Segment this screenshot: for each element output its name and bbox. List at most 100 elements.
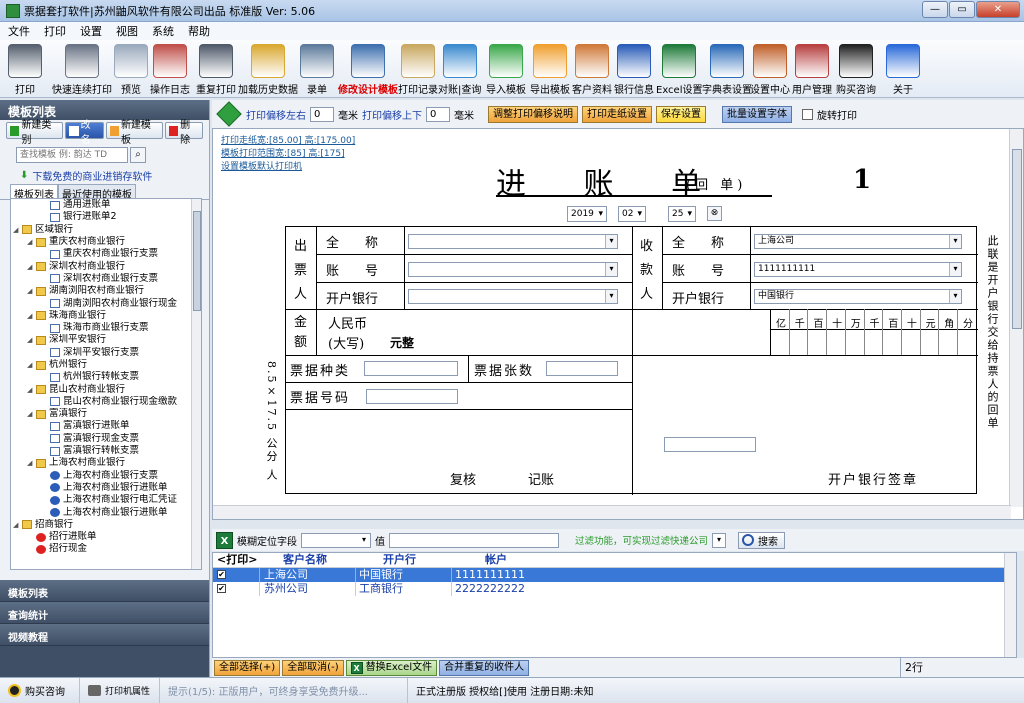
tree-item[interactable]: ◢ 珠海商业银行 <box>11 310 201 322</box>
tree-item[interactable]: 重庆农村商业银行支票 <box>11 248 201 260</box>
col-print[interactable]: <打印> <box>213 553 259 567</box>
tree-item[interactable]: ◢ 招商银行 <box>11 519 201 531</box>
payer-bank-select[interactable]: ▾ <box>408 289 618 304</box>
toolbar-button-user-log[interactable]: 操作日志 <box>150 42 190 96</box>
toolbar-button-export-arrow[interactable]: 导出模板 <box>530 42 570 96</box>
menu-help[interactable]: 帮助 <box>188 23 210 39</box>
adjust-offset-help-button[interactable]: 调整打印偏移说明 <box>488 105 578 123</box>
toolbar-button-qq[interactable]: 购买咨询 <box>836 42 876 96</box>
template-search-button[interactable]: ⌕ <box>130 147 146 163</box>
grid-vscrollbar[interactable] <box>1004 553 1016 657</box>
section-template-list[interactable]: 模板列表 <box>0 580 209 602</box>
tree-toggle-icon[interactable]: ◢ <box>27 285 36 297</box>
save-settings-button[interactable]: 保存设置 <box>656 105 706 123</box>
customer-search-button[interactable]: 搜索 <box>738 531 786 549</box>
tree-toggle-icon[interactable]: ◢ <box>27 334 36 346</box>
toolbar-button-clipboard[interactable]: 打印记录 <box>398 42 438 96</box>
toolbar-button-dictionary[interactable]: 字典表设置 <box>702 42 752 96</box>
section-query-stats[interactable]: 查询统计 <box>0 602 209 624</box>
toolbar-button-design-ruler[interactable]: 修改设计模板 <box>338 42 398 96</box>
toolbar-button-fast-print[interactable]: 快速连续打印 <box>52 42 112 96</box>
minimize-button[interactable]: — <box>922 1 948 18</box>
toolbar-button-customers[interactable]: 客户资料 <box>572 42 612 96</box>
delete-button[interactable]: 删除 <box>164 120 203 146</box>
tree-item[interactable]: 上海农村商业银行进账单 <box>11 506 201 518</box>
status-printer-props[interactable]: 打印机属性 <box>80 678 160 703</box>
toolbar-button-bank[interactable]: 银行信息 <box>614 42 654 96</box>
table-row[interactable]: ✔ 上海公司 中国银行 1111111111 <box>213 568 1016 582</box>
tree-item[interactable]: 富滇银行进账单 <box>11 420 201 432</box>
tree-item[interactable]: 深圳农村商业银行支票 <box>11 273 201 285</box>
date-day-select[interactable]: 25 <box>668 206 696 222</box>
extra-input[interactable] <box>664 437 756 452</box>
date-year-select[interactable]: 2019 <box>567 206 607 222</box>
tree-toggle-icon[interactable]: ◢ <box>27 236 36 248</box>
tree-toggle-icon[interactable]: ◢ <box>27 408 36 420</box>
toolbar-button-excel[interactable]: Excel设置 <box>656 42 703 96</box>
tree-toggle-icon[interactable]: ◢ <box>13 224 22 236</box>
tree-item[interactable]: 银行进账单2 <box>11 211 201 223</box>
tree-toggle-icon[interactable]: ◢ <box>27 261 36 273</box>
toolbar-button-printer[interactable]: 打印 <box>8 42 42 96</box>
date-month-select[interactable]: 02 <box>618 206 646 222</box>
tree-item[interactable]: 湖南浏阳农村商业银行现金 <box>11 297 201 309</box>
toolbar-button-import-arrow[interactable]: 导入模板 <box>486 42 526 96</box>
excel-icon[interactable]: X <box>216 531 233 549</box>
tree-item[interactable]: 上海农村商业银行电汇凭证 <box>11 494 201 506</box>
tree-item[interactable]: 富滇银行现金支票 <box>11 433 201 445</box>
tree-item[interactable]: 珠海市商业银行支票 <box>11 322 201 334</box>
tree-item[interactable]: 昆山农村商业银行现金缴款 <box>11 396 201 408</box>
paper-size-link[interactable]: 打印走纸宽:[85.00] 高:[175.00] <box>221 135 355 148</box>
date-picker-icon[interactable]: ⊗ <box>707 206 722 221</box>
toolbar-button-tools[interactable]: 设置中心 <box>750 42 790 96</box>
menu-view[interactable]: 视图 <box>116 23 138 39</box>
payee-account-select[interactable]: 1111111111 ▾ <box>754 262 962 277</box>
row-checkbox[interactable]: ✔ <box>217 570 226 579</box>
tree-item[interactable]: ◢ 区域银行 <box>11 224 201 236</box>
bill-type-input[interactable] <box>364 361 458 376</box>
payer-account-select[interactable]: ▾ <box>408 262 618 277</box>
new-category-button[interactable]: 新建类别 <box>6 120 64 146</box>
menu-system[interactable]: 系统 <box>152 23 174 39</box>
col-account[interactable]: 帐户 <box>451 553 545 567</box>
filter-dropdown[interactable]: ▾ <box>712 532 727 548</box>
tree-item[interactable]: 上海农村商业银行进账单 <box>11 482 201 494</box>
bill-number-input[interactable] <box>366 389 458 404</box>
tree-item[interactable]: ◢ 深圳农村商业银行 <box>11 260 201 272</box>
rotate-print-checkbox[interactable] <box>802 108 813 120</box>
canvas-vscrollbar[interactable] <box>1009 129 1023 507</box>
payee-bank-select[interactable]: 中国银行 ▾ <box>754 289 962 304</box>
tree-item[interactable]: 杭州银行转帐支票 <box>11 371 201 383</box>
tree-scroll-thumb[interactable] <box>193 211 201 311</box>
new-template-button[interactable]: 新建模板 <box>105 120 163 146</box>
download-link[interactable]: ⬇ 下载免费的商业进销存软件 <box>0 168 209 183</box>
toolbar-button-pie-chart[interactable]: 对账|查询 <box>438 42 481 96</box>
section-video-tutorial[interactable]: 视频教程 <box>0 624 209 646</box>
tree-item[interactable]: ◢ 深圳平安银行 <box>11 334 201 346</box>
canvas-vscroll-thumb[interactable] <box>1012 149 1022 329</box>
tree-toggle-icon[interactable]: ◢ <box>27 457 36 469</box>
tree-item[interactable]: ◢ 昆山农村商业银行 <box>11 383 201 395</box>
rename-button[interactable]: 改名 <box>65 120 104 146</box>
tree-item[interactable]: ◢ 重庆农村商业银行 <box>11 236 201 248</box>
toolbar-button-magnifier[interactable]: 预览 <box>114 42 148 96</box>
canvas-hscrollbar[interactable] <box>213 505 1011 519</box>
tab-recent-templates[interactable]: 最近使用的模板 <box>58 184 136 201</box>
print-range-link[interactable]: 模板打印范围宽:[85] 高:[175] <box>221 148 355 161</box>
tab-template-list[interactable]: 模板列表 <box>10 184 58 201</box>
toolbar-button-repeat-print[interactable]: 重复打印 <box>196 42 236 96</box>
tree-item[interactable]: 富滇银行转帐支票 <box>11 445 201 457</box>
paper-feed-settings-button[interactable]: 打印走纸设置 <box>582 105 652 123</box>
toolbar-button-user-manage[interactable]: 用户管理 <box>792 42 832 96</box>
payee-name-select[interactable]: 上海公司 ▾ <box>754 234 962 249</box>
tree-item[interactable]: ◢ 杭州银行 <box>11 359 201 371</box>
maximize-button[interactable]: ▭ <box>949 1 975 18</box>
tree-item[interactable]: 招行进账单 <box>11 531 201 543</box>
select-all-button[interactable]: 全部选择(+) <box>214 659 281 676</box>
tree-item[interactable]: ◢ 上海农村商业银行 <box>11 457 201 469</box>
toolbar-button-folder-history[interactable]: 加载历史数据 <box>238 42 298 96</box>
default-printer-link[interactable]: 设置模板默认打印机 <box>221 161 355 174</box>
merge-duplicates-button[interactable]: 合并重复的收件人 <box>439 659 530 676</box>
menu-file[interactable]: 文件 <box>8 23 30 39</box>
template-search-input[interactable] <box>16 147 128 163</box>
